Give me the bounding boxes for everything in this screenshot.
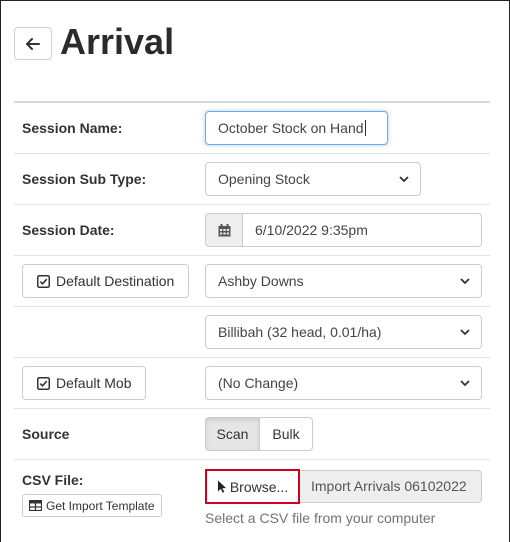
session-name-input[interactable]: October Stock on Hand — [205, 111, 388, 145]
session-name-label: Session Name: — [22, 120, 123, 136]
chevron-down-icon — [460, 329, 470, 336]
table-icon — [29, 500, 42, 511]
destination-paddock-select[interactable]: Billibah (32 head, 0.01/ha) — [205, 315, 482, 349]
default-mob-button[interactable]: Default Mob — [22, 366, 147, 400]
default-mob-label: Default Mob — [56, 375, 132, 391]
page-title: Arrival — [60, 21, 175, 62]
destination-property-value: Ashby Downs — [218, 273, 304, 289]
default-mob-value: (No Change) — [218, 375, 299, 391]
session-date-label: Session Date: — [22, 222, 115, 238]
chevron-down-icon — [460, 380, 470, 387]
source-label: Source — [22, 426, 70, 442]
session-sub-type-select[interactable]: Opening Stock — [205, 162, 421, 196]
get-import-template-button[interactable]: Get Import Template — [22, 494, 162, 517]
chevron-down-icon — [399, 176, 409, 183]
chevron-down-icon — [460, 278, 470, 285]
selected-file-name: Import Arrivals 06102022 — [300, 470, 482, 503]
default-destination-label: Default Destination — [56, 273, 175, 289]
check-square-icon — [37, 376, 50, 390]
mouse-pointer-icon — [217, 480, 227, 493]
source-scan-toggle[interactable]: Scan — [205, 417, 260, 451]
destination-property-select[interactable]: Ashby Downs — [205, 264, 482, 298]
session-sub-type-label: Session Sub Type: — [22, 171, 147, 187]
default-mob-select[interactable]: (No Change) — [205, 366, 482, 400]
source-bulk-toggle[interactable]: Bulk — [259, 417, 313, 451]
browse-button[interactable]: Browse... — [205, 469, 300, 504]
calendar-icon — [218, 223, 230, 236]
default-destination-button[interactable]: Default Destination — [22, 264, 190, 298]
text-cursor — [364, 120, 366, 136]
get-import-template-label: Get Import Template — [46, 498, 155, 513]
arrow-left-icon — [26, 37, 40, 50]
csv-help-text: Select a CSV file from your computer — [205, 510, 436, 526]
destination-paddock-value: Billibah (32 head, 0.01/ha) — [218, 324, 382, 340]
session-date-value: 6/10/2022 9:35pm — [255, 222, 368, 238]
calendar-button[interactable] — [205, 213, 243, 247]
session-date-input[interactable]: 6/10/2022 9:35pm — [242, 213, 482, 247]
check-square-icon — [37, 274, 50, 288]
back-button[interactable] — [14, 27, 52, 60]
csv-file-label: CSV File: — [22, 472, 84, 488]
browse-label: Browse... — [229, 478, 289, 495]
session-sub-type-value: Opening Stock — [218, 171, 310, 187]
session-name-value: October Stock on Hand — [218, 120, 364, 136]
